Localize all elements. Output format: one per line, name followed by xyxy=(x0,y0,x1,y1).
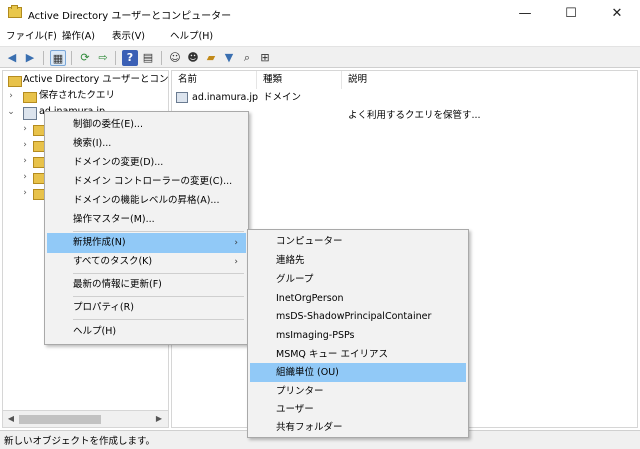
submenu-item-inetorgperson[interactable]: InetOrgPerson xyxy=(250,289,466,308)
column-header-type[interactable]: 種類 xyxy=(257,71,342,89)
new-user-icon[interactable]: ☺ xyxy=(167,50,183,66)
add-to-group-icon[interactable]: ⊞ xyxy=(257,50,273,66)
menu-item-new[interactable]: 新規作成(N) › xyxy=(47,233,246,253)
menu-action[interactable]: 操作(A) xyxy=(62,28,95,46)
row-type: ドメイン xyxy=(263,92,302,103)
filter-icon[interactable]: ▼ xyxy=(221,50,237,66)
scroll-right-icon[interactable]: ▶ xyxy=(153,413,165,425)
submenu-item-msimaging[interactable]: msImaging-PSPs xyxy=(250,326,466,345)
horizontal-scrollbar[interactable]: ◀ ▶ xyxy=(2,410,169,428)
toolbar-separator xyxy=(43,51,44,65)
column-header-description[interactable]: 説明 xyxy=(342,71,638,89)
menu-separator xyxy=(73,296,244,297)
tree-root-label: Active Directory ユーザーとコンピュー xyxy=(23,74,169,85)
tree-child-folder[interactable]: › xyxy=(3,153,47,169)
menu-file[interactable]: ファイル(F) xyxy=(6,28,57,46)
submenu-item-user[interactable]: ユーザー xyxy=(250,400,466,419)
row-description: よく利用するクエリを保管す... xyxy=(348,110,481,121)
toolbar-separator xyxy=(161,51,162,65)
menu-view[interactable]: 表示(V) xyxy=(112,28,145,46)
menu-item-refresh[interactable]: 最新の情報に更新(F) xyxy=(47,275,246,295)
submenu-item-msmq-alias[interactable]: MSMQ キュー エイリアス xyxy=(250,345,466,364)
menu-help[interactable]: ヘルプ(H) xyxy=(170,28,213,46)
menu-separator xyxy=(73,231,244,232)
menu-item-find[interactable]: 検索(I)... xyxy=(47,134,246,154)
domain-icon xyxy=(176,92,188,103)
menu-item-operations-masters[interactable]: 操作マスター(M)... xyxy=(47,210,246,230)
new-ou-icon[interactable]: ▰ xyxy=(203,50,219,66)
toolbar-separator xyxy=(115,51,116,65)
submenu-item-printer[interactable]: プリンター xyxy=(250,382,466,401)
help-icon[interactable]: ? xyxy=(122,50,138,66)
tree-saved-queries[interactable]: › 保存されたクエリ xyxy=(3,88,168,104)
submenu-item-msds-shadow[interactable]: msDS-ShadowPrincipalContainer xyxy=(250,307,466,326)
tree-child-folder[interactable]: › xyxy=(3,121,47,137)
minimize-button[interactable]: — xyxy=(502,0,548,28)
export-list-icon[interactable]: ⇨ xyxy=(95,50,111,66)
action-pane-icon[interactable]: ▤ xyxy=(140,50,156,66)
tree-child-folder[interactable]: › xyxy=(3,185,47,201)
folder-icon xyxy=(8,5,22,18)
submenu-item-group[interactable]: グループ xyxy=(250,270,466,289)
status-text: 新しいオブジェクトを作成します。 xyxy=(4,436,156,447)
row-name[interactable]: ad.inamura.jp xyxy=(192,89,258,106)
refresh-icon[interactable]: ⟳ xyxy=(77,50,93,66)
menu-item-raise-level[interactable]: ドメインの機能レベルの昇格(A)... xyxy=(47,191,246,211)
chevron-right-icon[interactable]: › xyxy=(20,153,30,169)
window-title: Active Directory ユーザーとコンピューター xyxy=(28,11,232,22)
folder-icon xyxy=(8,76,22,87)
menu-item-help[interactable]: ヘルプ(H) xyxy=(47,322,246,342)
toolbar-separator xyxy=(71,51,72,65)
menu-item-delegate-control[interactable]: 制御の委任(E)... xyxy=(47,115,246,135)
tree-child-folder[interactable]: › xyxy=(3,169,47,185)
tree-root[interactable]: Active Directory ユーザーとコンピュー xyxy=(3,72,168,88)
scrollbar-thumb[interactable] xyxy=(19,415,101,424)
context-menu: 制御の委任(E)... 検索(I)... ドメインの変更(D)... ドメイン … xyxy=(44,111,249,345)
chevron-right-icon[interactable]: › xyxy=(20,137,30,153)
menu-separator xyxy=(73,319,244,320)
close-button[interactable]: ✕ xyxy=(594,0,640,28)
title-bar: Active Directory ユーザーとコンピューター — ☐ ✕ xyxy=(0,0,640,28)
menu-item-all-tasks[interactable]: すべてのタスク(K) › xyxy=(47,252,246,272)
chevron-right-icon[interactable]: › xyxy=(20,169,30,185)
submenu-item-contact[interactable]: 連絡先 xyxy=(250,251,466,270)
new-submenu: コンピューター 連絡先 グループ InetOrgPerson msDS-Shad… xyxy=(247,229,469,438)
submenu-item-shared-folder[interactable]: 共有フォルダー xyxy=(250,418,466,437)
domain-icon xyxy=(23,107,37,120)
tree-child-folder[interactable]: › xyxy=(3,137,47,153)
toolbar: ◀ ▶ ▦ ⟳ ⇨ ? ▤ ☺ ☻ ▰ ▼ ⌕ ⊞ xyxy=(0,46,640,68)
menu-item-change-domain[interactable]: ドメインの変更(D)... xyxy=(47,153,246,173)
menu-separator xyxy=(73,273,244,274)
menu-bar: ファイル(F) 操作(A) 表示(V) ヘルプ(H) xyxy=(0,28,640,46)
console-tree-icon[interactable]: ▦ xyxy=(50,50,66,66)
chevron-right-icon[interactable]: › xyxy=(6,88,16,104)
menu-item-all-tasks-label: すべてのタスク(K) xyxy=(73,256,153,267)
maximize-button[interactable]: ☐ xyxy=(548,0,594,28)
chevron-right-icon[interactable]: › xyxy=(20,121,30,137)
folder-icon xyxy=(23,92,37,103)
new-group-icon[interactable]: ☻ xyxy=(185,50,201,66)
tree-saved-queries-label: 保存されたクエリ xyxy=(39,90,116,101)
chevron-right-icon: › xyxy=(234,238,238,248)
chevron-down-icon[interactable]: ⌄ xyxy=(6,104,16,120)
chevron-right-icon: › xyxy=(234,257,238,267)
column-header-name[interactable]: 名前 xyxy=(172,71,257,89)
back-arrow-icon[interactable]: ◀ xyxy=(4,50,20,66)
scroll-left-icon[interactable]: ◀ xyxy=(5,413,17,425)
menu-item-change-dc[interactable]: ドメイン コントローラーの変更(C)... xyxy=(47,172,246,192)
find-icon[interactable]: ⌕ xyxy=(239,50,255,66)
menu-item-properties[interactable]: プロパティ(R) xyxy=(47,298,246,318)
submenu-item-computer[interactable]: コンピューター xyxy=(250,232,466,251)
forward-arrow-icon[interactable]: ▶ xyxy=(22,50,38,66)
chevron-right-icon[interactable]: › xyxy=(20,185,30,201)
submenu-item-ou[interactable]: 組織単位 (OU) xyxy=(250,363,466,382)
menu-item-new-label: 新規作成(N) xyxy=(73,237,126,248)
